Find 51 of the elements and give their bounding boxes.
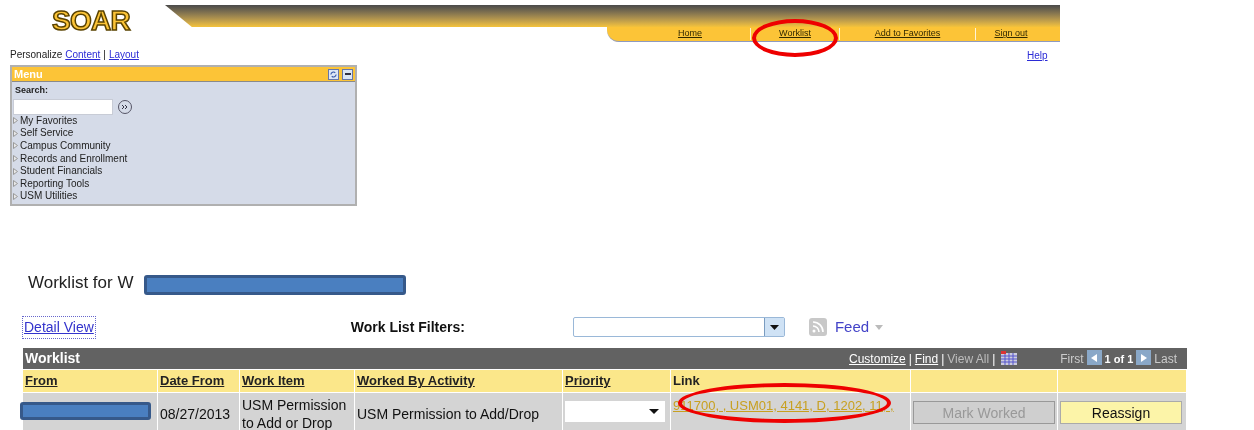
page-title: Worklist for W xyxy=(28,272,134,294)
personalize-link[interactable]: Layout xyxy=(108,47,139,62)
separator-text: | xyxy=(992,351,996,368)
separator-text: | xyxy=(941,351,945,368)
grid-title: Worklist xyxy=(25,348,80,368)
reassign-button[interactable]: Reassign xyxy=(1060,401,1182,424)
nav-link[interactable]: Worklist xyxy=(751,27,839,41)
next-icon[interactable] xyxy=(1136,350,1152,365)
column-header: Link xyxy=(671,370,911,392)
search-label: Search: xyxy=(14,84,50,97)
page-count: 1 of 1 xyxy=(1104,351,1134,367)
feed-icon xyxy=(808,318,827,336)
logo: SOAR xyxy=(52,4,131,38)
menu-item[interactable]: Self Service xyxy=(20,127,74,140)
table-cell: USM Permission to Add or Drop xyxy=(240,393,355,430)
grid-tool-link[interactable]: Find xyxy=(914,350,939,368)
nav-link[interactable]: Add to Favorites xyxy=(840,27,975,41)
column-header[interactable]: Work Item xyxy=(240,370,355,392)
feed-link[interactable]: Feed xyxy=(834,315,884,339)
personalize-label: Personalize xyxy=(10,48,63,62)
dropdown-arrow-icon xyxy=(649,409,659,414)
column-header[interactable]: Date From xyxy=(158,370,240,392)
menu-title: Menu xyxy=(14,66,43,82)
column-header[interactable]: Priority xyxy=(563,370,671,392)
separator-text: | xyxy=(103,48,106,62)
grid-tool-link[interactable]: Customize xyxy=(849,350,906,368)
previous-icon[interactable] xyxy=(1086,350,1102,365)
help-link[interactable]: Help xyxy=(1027,48,1048,63)
grid-icon[interactable] xyxy=(1001,350,1018,365)
menu-item[interactable]: Student Financials xyxy=(20,165,103,178)
search-field[interactable] xyxy=(13,98,113,115)
menu-item[interactable]: My Favorites xyxy=(20,114,78,127)
menu-item[interactable]: Records and Enrollment xyxy=(20,152,128,165)
menu-item[interactable]: Campus Community xyxy=(20,140,111,152)
filters-label: Work List Filters: xyxy=(350,317,465,337)
detail-view-link[interactable]: Detail View xyxy=(23,316,95,338)
column-header[interactable]: From xyxy=(23,370,158,392)
caret-icon xyxy=(875,324,884,330)
last-label: Last xyxy=(1154,351,1177,368)
column-header[interactable]: Worked By Activity xyxy=(355,370,563,392)
separator-text: | xyxy=(908,351,912,368)
personalize-link[interactable]: Content xyxy=(65,47,101,62)
minimize-icon[interactable] xyxy=(342,68,353,80)
menu-item[interactable]: USM Utilities xyxy=(20,190,78,203)
table-cell: USM Permission to Add/Drop xyxy=(355,393,563,430)
refresh-icon[interactable] xyxy=(328,68,339,80)
first-label: First xyxy=(1060,351,1084,368)
nav-link[interactable]: Home xyxy=(630,27,750,41)
nav-link[interactable]: Sign out xyxy=(976,27,1046,41)
table-cell: 08/27/2013 xyxy=(158,393,240,430)
menu-item[interactable]: Reporting Tools xyxy=(20,177,90,190)
